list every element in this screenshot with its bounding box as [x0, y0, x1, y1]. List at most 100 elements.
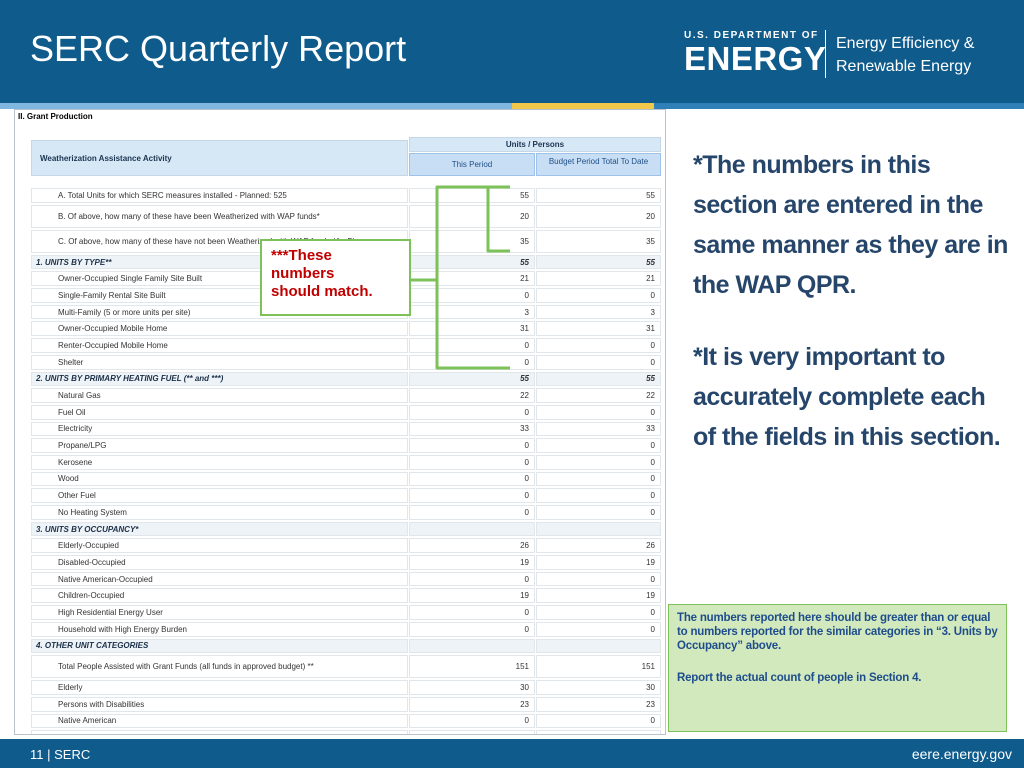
this-period-value: 0 [409, 438, 535, 453]
table-row: No Heating System 0 0 [31, 504, 662, 521]
budget-total-value: 26 [536, 538, 661, 554]
units-header: Units / Persons [409, 137, 661, 152]
category-header: 2. UNITS BY PRIMARY HEATING FUEL (** and… [31, 371, 408, 387]
table-row: 2. UNITS BY PRIMARY HEATING FUEL (** and… [31, 371, 662, 388]
row-label: Elderly [31, 680, 408, 695]
office-line-1: Energy Efficiency & [836, 35, 975, 52]
row-label: Kerosene [31, 454, 408, 470]
activity-header: Weatherization Assistance Activity [31, 140, 408, 176]
budget-total-value: 23 [536, 696, 661, 712]
notes-panel: *The numbers in this section are entered… [693, 145, 1013, 457]
this-period-value: 0 [409, 571, 535, 587]
slide-footer: 11 | SERC eere.energy.gov [0, 739, 1024, 768]
table-row: Elderly 30 30 [31, 679, 662, 696]
table-row: Fuel Oil 0 0 [31, 404, 662, 421]
logo-divider [825, 30, 826, 78]
row-label: Elderly-Occupied [31, 538, 408, 554]
this-period-value: 33 [409, 421, 535, 437]
this-period-value: 0 [409, 404, 535, 420]
budget-total-value: 31 [536, 321, 661, 337]
table-row: Wood 0 0 [31, 471, 662, 488]
grid-header: Weatherization Assistance Activity Units… [31, 137, 662, 187]
office-name: Energy Efficiency & Renewable Energy [836, 32, 974, 78]
this-period-value: 31 [409, 321, 535, 337]
this-period-value: 0 [409, 488, 535, 503]
budget-total-value: 45 [536, 730, 661, 734]
slide-header: SERC Quarterly Report U.S. DEPARTMENT OF… [0, 0, 1024, 103]
office-line-2: Renewable Energy [836, 58, 972, 75]
table-row: Children4545 [31, 729, 662, 734]
this-period-value: 21 [409, 271, 535, 287]
row-label: Children-Occupied [31, 588, 408, 604]
this-period-value: 0 [409, 713, 535, 729]
budget-total-value: 0 [536, 488, 661, 503]
callout-line-1: ***These [271, 247, 332, 264]
this-period-value: 0 [409, 621, 535, 637]
budget-total-value: 0 [536, 505, 661, 520]
budget-total-value [536, 638, 661, 654]
table-row: Renter-Occupied Mobile Home 0 0 [31, 337, 662, 354]
row-label: Owner-Occupied Mobile Home [31, 321, 408, 337]
section4-note-2: Report the actual count of people in Sec… [677, 672, 922, 684]
budget-total-value: 55 [536, 254, 661, 270]
row-label: High Residential Energy User [31, 605, 408, 620]
budget-total-value: 33 [536, 421, 661, 437]
budget-total-value: 0 [536, 621, 661, 637]
budget-total-value: 3 [536, 304, 661, 320]
row-label: Natural Gas [31, 388, 408, 403]
row-label: Wood [31, 471, 408, 487]
budget-total-value: 35 [536, 229, 661, 253]
row-label: A. Total Units for which SERC measures i… [31, 188, 408, 203]
budget-total-value: 20 [536, 204, 661, 228]
this-period-value: 55 [409, 371, 535, 387]
this-period-value: 0 [409, 505, 535, 520]
match-callout: ***These numbers should match. [260, 239, 411, 316]
note-accuracy: *It is very important to accurately comp… [693, 343, 1001, 451]
budget-total-value: 0 [536, 438, 661, 453]
this-period-value: 0 [409, 605, 535, 620]
footer-website: eere.energy.gov [911, 746, 1012, 762]
table-row: Shelter 0 0 [31, 354, 662, 371]
row-label: Other Fuel [31, 488, 408, 503]
table-row: High Residential Energy User 0 0 [31, 604, 662, 621]
this-period-value [409, 521, 535, 537]
table-row: Native American 0 0 [31, 713, 662, 730]
budget-total-value: 0 [536, 571, 661, 587]
table-row: 3. UNITS BY OCCUPANCY* [31, 521, 662, 538]
budget-total-value: 19 [536, 588, 661, 604]
row-label: Persons with Disabilities [31, 696, 408, 712]
table-row: Natural Gas 22 22 [31, 387, 662, 404]
this-period-value: 0 [409, 454, 535, 470]
table-row: A. Total Units for which SERC measures i… [31, 187, 662, 204]
budget-total-value [536, 521, 661, 537]
budget-total-value: 151 [536, 655, 661, 679]
section-title: II. Grant Production [18, 112, 93, 121]
col-header-this-period: This Period [409, 153, 535, 176]
accent-segment-blue [654, 103, 1024, 109]
note-entry-manner: *The numbers in this section are entered… [693, 151, 1008, 299]
callout-line-2: numbers [271, 265, 335, 282]
row-label: Propane/LPG [31, 438, 408, 453]
table-row: Disabled-Occupied 19 19 [31, 554, 662, 571]
table-row: Persons with Disabilities 23 23 [31, 696, 662, 713]
grant-production-form: II. Grant Production Weatherization Assi… [14, 109, 666, 735]
section4-note-box: The numbers reported here should be grea… [668, 604, 1007, 732]
table-row: Propane/LPG 0 0 [31, 437, 662, 454]
footer-page-label: 11 | SERC [30, 747, 91, 762]
table-row: Other Fuel 0 0 [31, 487, 662, 504]
this-period-value: 55 [409, 188, 535, 203]
table-row: Owner-Occupied Mobile Home 31 31 [31, 320, 662, 337]
row-label: B. Of above, how many of these have been… [31, 204, 408, 228]
table-row: Total People Assisted with Grant Funds (… [31, 654, 662, 679]
this-period-value: 0 [409, 471, 535, 487]
this-period-value: 22 [409, 388, 535, 403]
callout-text: ***These numbers should match. [271, 247, 373, 301]
section4-note-1: The numbers reported here should be grea… [677, 612, 998, 652]
this-period-value: 19 [409, 555, 535, 570]
budget-total-value: 22 [536, 388, 661, 403]
this-period-value: 19 [409, 588, 535, 604]
budget-total-value: 0 [536, 288, 661, 303]
doe-logo: U.S. DEPARTMENT OF ENERGY [684, 30, 826, 78]
activity-header-label: Weatherization Assistance Activity [40, 154, 172, 163]
row-label: Native American-Occupied [31, 571, 408, 587]
